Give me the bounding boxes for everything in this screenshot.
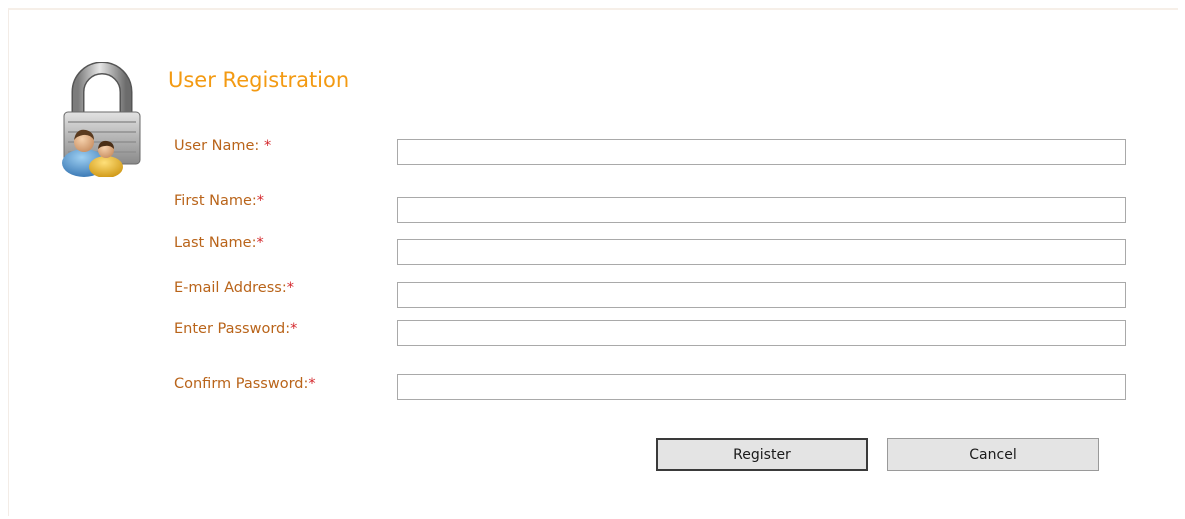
form-title: User Registration [168,68,350,92]
cancel-button[interactable]: Cancel [887,438,1099,471]
email-label-text: E-mail Address: [174,280,287,296]
enter-password-label: Enter Password:* [174,321,297,337]
required-marker: * [308,376,316,392]
enter-password-label-text: Enter Password: [174,321,291,337]
required-marker: * [256,193,265,209]
first-name-label-text: First Name: [174,193,257,209]
last-name-label-text: Last Name: [174,235,257,251]
email-label: E-mail Address:* [174,280,294,296]
confirm-password-label: Confirm Password:* [174,376,316,392]
last-name-field[interactable] [397,239,1126,265]
first-name-field[interactable] [397,197,1126,223]
confirm-password-field[interactable] [397,374,1126,400]
required-marker: * [263,138,272,154]
first-name-label: First Name:* [174,193,264,209]
user-name-label: User Name: * [174,138,271,154]
user-security-lock-icon [50,61,150,178]
register-button[interactable]: Register [656,438,868,471]
last-name-label: Last Name:* [174,235,264,251]
email-field[interactable] [397,282,1126,308]
required-marker: * [286,280,294,296]
enter-password-field[interactable] [397,320,1126,346]
user-name-label-text: User Name: [174,138,264,154]
required-marker: * [256,235,264,251]
user-name-field[interactable] [397,139,1126,165]
required-marker: * [290,321,298,337]
confirm-password-label-text: Confirm Password: [174,376,309,392]
